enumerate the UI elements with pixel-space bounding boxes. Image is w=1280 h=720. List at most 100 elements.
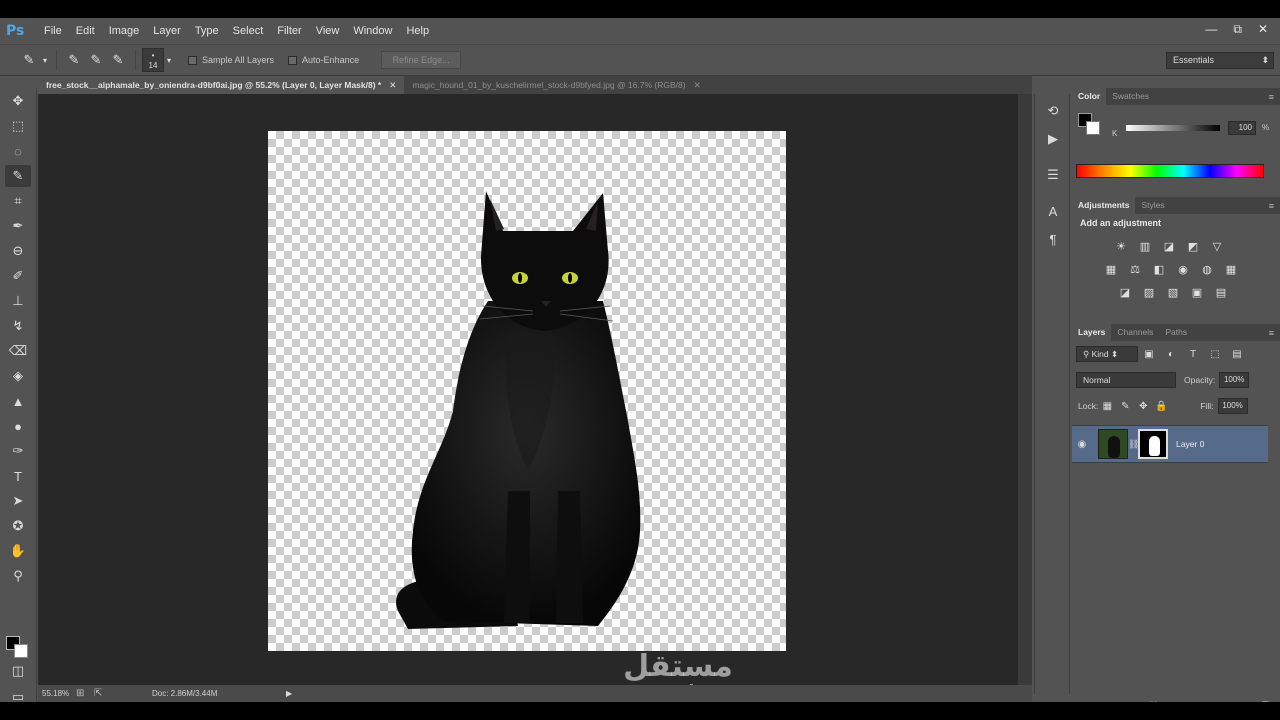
layer-name[interactable]: Layer 0 bbox=[1176, 439, 1204, 449]
menu-edit[interactable]: Edit bbox=[76, 25, 95, 37]
quick-selection-icon[interactable]: ✎ bbox=[18, 49, 40, 71]
posterize-icon[interactable]: ▨ bbox=[1140, 283, 1158, 301]
tab-paths[interactable]: Paths bbox=[1159, 324, 1193, 341]
curves-icon[interactable]: ◪ bbox=[1160, 237, 1178, 255]
background-color-swatch[interactable] bbox=[1086, 121, 1100, 135]
lock-transparent-icon[interactable]: ▦ bbox=[1098, 401, 1116, 412]
add-to-selection-icon[interactable]: ✎ bbox=[85, 49, 107, 71]
tab-color[interactable]: Color bbox=[1072, 88, 1107, 105]
pixel-filter-icon[interactable]: ▣ bbox=[1138, 349, 1160, 360]
refine-edge-button[interactable]: Refine Edge... bbox=[381, 51, 462, 69]
lasso-tool-icon[interactable]: ◌ bbox=[5, 140, 31, 162]
shape-tool-icon[interactable]: ✪ bbox=[5, 515, 31, 537]
history-icon[interactable]: ⟲ bbox=[1041, 100, 1065, 122]
type-tool-icon[interactable]: T bbox=[5, 465, 31, 487]
exposure-icon[interactable]: ◩ bbox=[1184, 237, 1202, 255]
character-icon[interactable]: A bbox=[1041, 200, 1065, 222]
move-tool-icon[interactable]: ✥ bbox=[5, 90, 31, 112]
status-menu-icon[interactable]: ▶ bbox=[286, 689, 292, 698]
tool-preset-dropdown-icon[interactable]: ▾ bbox=[40, 49, 50, 71]
brightness-contrast-icon[interactable]: ☀ bbox=[1112, 237, 1130, 255]
brush-dropdown-icon[interactable]: ▾ bbox=[164, 49, 174, 71]
mask-link-icon[interactable]: ⛓ bbox=[1128, 439, 1139, 450]
auto-enhance-checkbox[interactable]: Auto-Enhance bbox=[288, 55, 359, 65]
checkbox-box[interactable] bbox=[188, 55, 197, 65]
opacity-field[interactable]: 100% bbox=[1219, 372, 1250, 388]
close-button[interactable]: ✕ bbox=[1258, 22, 1268, 37]
zoom-tool-icon[interactable]: ⚲ bbox=[5, 565, 31, 587]
quick-selection-tool-icon[interactable]: ✎ bbox=[5, 165, 31, 187]
adjustment-filter-icon[interactable]: ◐ bbox=[1160, 349, 1182, 360]
canvas-area[interactable]: مستقل mostaql.com bbox=[38, 94, 1018, 705]
tab-channels[interactable]: Channels bbox=[1111, 324, 1159, 341]
menu-help[interactable]: Help bbox=[406, 25, 429, 37]
minimize-button[interactable]: — bbox=[1205, 22, 1217, 37]
vertical-scrollbar[interactable] bbox=[1018, 94, 1032, 685]
photo-filter-icon[interactable]: ◉ bbox=[1174, 260, 1192, 278]
eraser-tool-icon[interactable]: ⌫ bbox=[5, 340, 31, 362]
channel-mixer-icon[interactable]: ◍ bbox=[1198, 260, 1216, 278]
panel-menu-icon[interactable]: ≡ bbox=[1269, 328, 1274, 338]
quick-mask-icon[interactable]: ◫ bbox=[5, 660, 31, 682]
tab-adjustments[interactable]: Adjustments bbox=[1072, 197, 1136, 214]
status-timeline-icon[interactable]: ⊞ bbox=[76, 688, 94, 699]
marquee-tool-icon[interactable]: ⬚ bbox=[5, 115, 31, 137]
blur-tool-icon[interactable]: ▲ bbox=[5, 390, 31, 412]
vibrance-icon[interactable]: ▽ bbox=[1208, 237, 1226, 255]
crop-tool-icon[interactable]: ⌗ bbox=[5, 190, 31, 212]
pen-tool-icon[interactable]: ✑ bbox=[5, 440, 31, 462]
subtract-from-selection-icon[interactable]: ✎ bbox=[107, 49, 129, 71]
black-white-icon[interactable]: ◧ bbox=[1150, 260, 1168, 278]
panel-menu-icon[interactable]: ≡ bbox=[1269, 201, 1274, 211]
checkbox-box[interactable] bbox=[288, 55, 298, 65]
document-canvas[interactable] bbox=[268, 131, 786, 651]
tab-document-hound[interactable]: magic_hound_01_by_kuschelirmel_stock-d9b… bbox=[404, 76, 708, 94]
menu-select[interactable]: Select bbox=[233, 25, 264, 37]
paint-bucket-tool-icon[interactable]: ◈ bbox=[5, 365, 31, 387]
panel-menu-icon[interactable]: ≡ bbox=[1269, 92, 1274, 102]
lock-position-icon[interactable]: ✥ bbox=[1134, 401, 1152, 412]
actions-icon[interactable]: ▶ bbox=[1041, 128, 1065, 150]
restore-button[interactable]: ⧉ bbox=[1233, 22, 1242, 37]
gradient-map-icon[interactable]: ▤ bbox=[1212, 283, 1230, 301]
paragraph-icon[interactable]: ¶ bbox=[1041, 228, 1065, 250]
background-color-swatch[interactable] bbox=[14, 644, 28, 658]
color-spectrum[interactable] bbox=[1076, 164, 1264, 178]
fill-field[interactable]: 100% bbox=[1217, 398, 1248, 414]
workspace-select[interactable]: Essentials ⬍ bbox=[1166, 52, 1274, 69]
lock-all-icon[interactable]: 🔒 bbox=[1152, 401, 1170, 412]
eyedropper-tool-icon[interactable]: ✒ bbox=[5, 215, 31, 237]
layer-row[interactable]: ◉ ⛓ Layer 0 bbox=[1072, 425, 1268, 463]
layer-thumbnail[interactable] bbox=[1098, 429, 1128, 459]
menu-layer[interactable]: Layer bbox=[153, 25, 181, 37]
tab-close-icon[interactable]: ✕ bbox=[694, 80, 701, 90]
menu-image[interactable]: Image bbox=[109, 25, 140, 37]
menu-file[interactable]: File bbox=[44, 25, 62, 37]
color-balance-icon[interactable]: ⚖ bbox=[1126, 260, 1144, 278]
hue-saturation-icon[interactable]: ▦ bbox=[1102, 260, 1120, 278]
k-slider[interactable] bbox=[1126, 125, 1220, 131]
tab-layers[interactable]: Layers bbox=[1072, 324, 1112, 341]
layer-mask-thumbnail[interactable] bbox=[1138, 429, 1168, 459]
tab-document-cat[interactable]: free_stock__alphamale_by_oniendra-d9bf0a… bbox=[38, 76, 405, 94]
k-value-field[interactable]: 100 bbox=[1228, 121, 1256, 135]
invert-icon[interactable]: ◪ bbox=[1116, 283, 1134, 301]
tab-swatches[interactable]: Swatches bbox=[1106, 88, 1155, 105]
brush-tool-icon[interactable]: ✐ bbox=[5, 265, 31, 287]
color-lookup-icon[interactable]: ▦ bbox=[1222, 260, 1240, 278]
dodge-tool-icon[interactable]: ● bbox=[5, 415, 31, 437]
properties-icon[interactable]: ☰ bbox=[1041, 164, 1065, 186]
type-filter-icon[interactable]: T bbox=[1182, 349, 1204, 360]
sample-all-layers-checkbox[interactable]: Sample All Layers bbox=[188, 55, 274, 65]
menu-type[interactable]: Type bbox=[195, 25, 219, 37]
zoom-level[interactable]: 55.18% bbox=[38, 689, 76, 698]
threshold-icon[interactable]: ▧ bbox=[1164, 283, 1182, 301]
path-selection-tool-icon[interactable]: ➤ bbox=[5, 490, 31, 512]
history-brush-tool-icon[interactable]: ↯ bbox=[5, 315, 31, 337]
levels-icon[interactable]: ▥ bbox=[1136, 237, 1154, 255]
healing-brush-tool-icon[interactable]: ⊖ bbox=[5, 240, 31, 262]
smart-object-filter-icon[interactable]: ▤ bbox=[1226, 349, 1248, 360]
blend-mode-select[interactable]: Normal bbox=[1076, 372, 1176, 388]
clone-stamp-tool-icon[interactable]: ⊥ bbox=[5, 290, 31, 312]
tab-styles[interactable]: Styles bbox=[1135, 197, 1170, 214]
